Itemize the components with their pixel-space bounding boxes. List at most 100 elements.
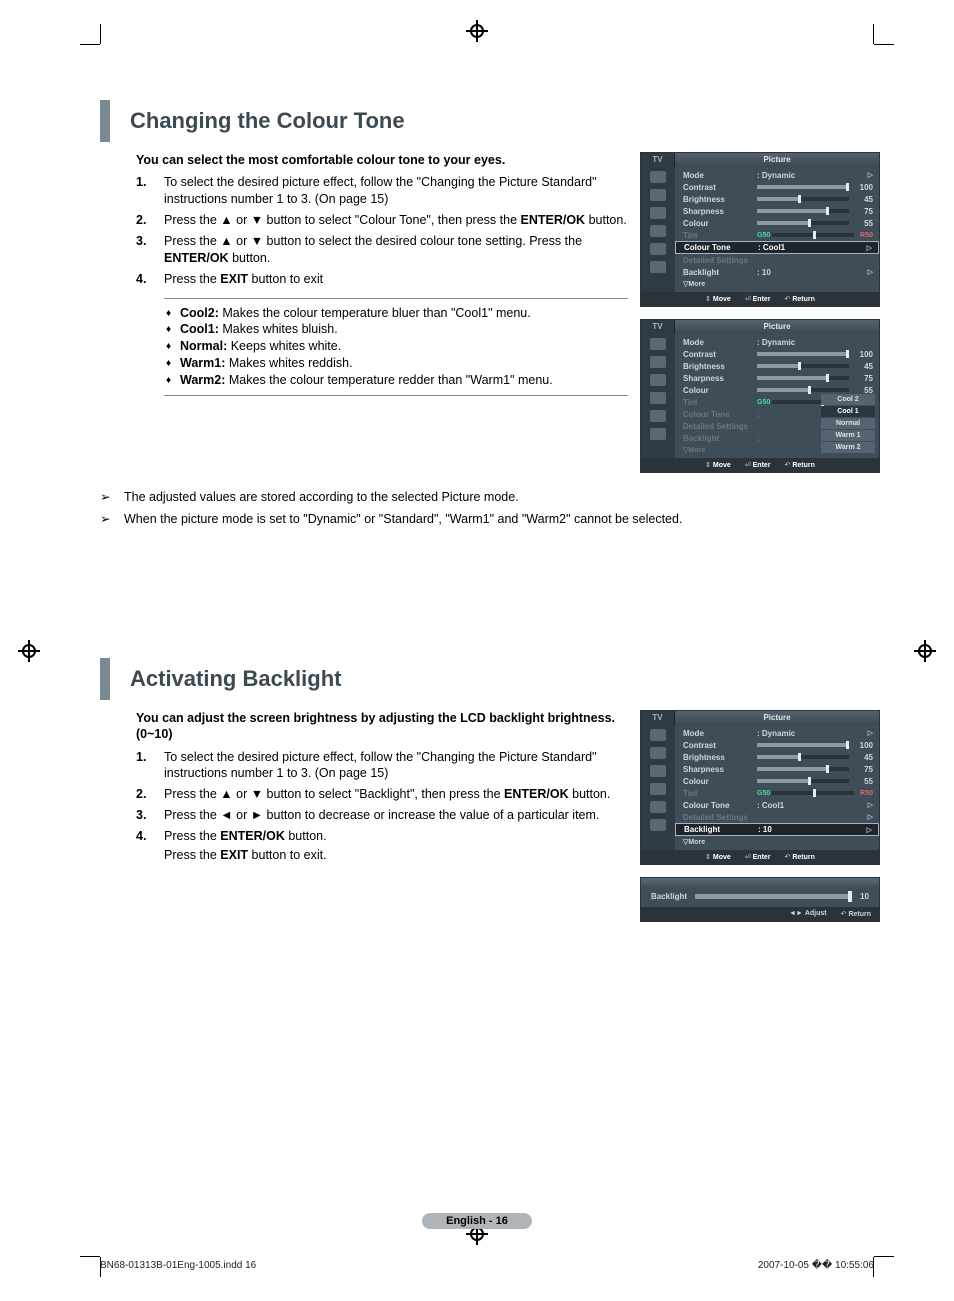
crop-mark	[874, 44, 894, 45]
osd-sidebar-icons	[641, 725, 675, 850]
osd-tone-options: Cool 2 Cool 1 Normal Warm 1 Warm 2	[821, 394, 875, 454]
osd-picture-menu-1: TV Picture Mode: Dynamic▷ Contrast100	[640, 152, 880, 307]
option-cool2: Cool2: Makes the colour temperature blue…	[164, 305, 628, 322]
section-heading: Changing the Colour Tone	[100, 100, 880, 142]
osd-footer: ⇕ Move ⏎ Enter ↶ Return	[641, 292, 879, 306]
step-2: Press the ▲ or ▼ button to select "Backl…	[136, 786, 628, 803]
footer-timestamp: 2007-10-05 �� 10:55:06	[758, 1260, 874, 1271]
osd-footer: ⇕ Move ⏎ Enter ↶ Return	[641, 458, 879, 472]
osd-opt-cool2: Cool 2	[821, 394, 875, 405]
osd-row-contrast: Contrast100	[683, 348, 873, 360]
osd-backlight-adjust: Backlight 10 ◄► Adjust ↶ Return	[640, 877, 880, 922]
osd-title: Picture	[675, 320, 879, 334]
osd-picture-menu-2: TV Picture Mode: Dynamic Contrast100	[640, 319, 880, 473]
osd-sidebar-icons	[641, 334, 675, 458]
osd-row-colour-tone: Colour Tone: Cool1▷	[683, 799, 873, 811]
dtv-icon	[650, 819, 666, 831]
option-normal: Normal: Keeps whites white.	[164, 338, 628, 355]
osd-row-brightness: Brightness45	[683, 751, 873, 763]
input-icon	[650, 243, 666, 255]
section-title: Activating Backlight	[130, 666, 880, 692]
osd-row-colour: Colour55	[683, 775, 873, 787]
setup-icon	[650, 783, 666, 795]
note-2: When the picture mode is set to "Dynamic…	[100, 511, 880, 529]
dtv-icon	[650, 428, 666, 440]
registration-mark	[18, 640, 40, 662]
osd-row-mode: Mode: Dynamic	[683, 336, 873, 348]
page-number: English - 16	[0, 1212, 954, 1229]
intro-text: You can adjust the screen brightness by …	[136, 710, 628, 743]
channel-icon	[650, 765, 666, 777]
step-1: To select the desired picture effect, fo…	[136, 749, 628, 783]
osd-tv-label: TV	[641, 320, 675, 334]
osd-title: Picture	[675, 153, 879, 167]
adjust-label: Backlight	[651, 892, 687, 901]
option-cool1: Cool1: Makes whites bluish.	[164, 321, 628, 338]
osd-row-more: ▽More	[683, 278, 873, 290]
osd-tv-label: TV	[641, 711, 675, 725]
osd-row-tint: TintG50R50	[683, 229, 873, 241]
osd-row-backlight: Backlight: 10▷	[683, 266, 873, 278]
option-warm1: Warm1: Makes whites reddish.	[164, 355, 628, 372]
picture-icon	[650, 729, 666, 741]
osd-sidebar-icons	[641, 167, 675, 292]
osd-row-contrast: Contrast100	[683, 739, 873, 751]
registration-mark	[914, 640, 936, 662]
step-3: Press the ◄ or ► button to decrease or i…	[136, 807, 628, 824]
osd-picture-menu-3: TV Picture Mode: Dynami	[640, 710, 880, 865]
picture-icon	[650, 171, 666, 183]
section-heading: Activating Backlight	[100, 658, 880, 700]
crop-mark	[100, 24, 101, 44]
osd-footer: ⇕ Move ⏎ Enter ↶ Return	[641, 850, 879, 864]
osd-row-brightness: Brightness45	[683, 360, 873, 372]
adjust-slider	[695, 894, 852, 899]
crop-mark	[80, 44, 100, 45]
sound-icon	[650, 747, 666, 759]
crop-mark	[874, 1256, 894, 1257]
dtv-icon	[650, 261, 666, 273]
step-2: Press the ▲ or ▼ button to select "Colou…	[136, 212, 628, 229]
channel-icon	[650, 207, 666, 219]
osd-row-sharpness: Sharpness75	[683, 205, 873, 217]
osd-tv-label: TV	[641, 153, 675, 167]
osd-row-colour: Colour55	[683, 217, 873, 229]
footer-filename: BN68-01313B-01Eng-1005.indd 16	[100, 1260, 256, 1271]
channel-icon	[650, 374, 666, 386]
input-icon	[650, 801, 666, 813]
osd-row-detailed: Detailed Settings▷	[683, 811, 873, 823]
osd-opt-warm2: Warm 2	[821, 442, 875, 453]
picture-icon	[650, 338, 666, 350]
osd-row-mode: Mode: Dynamic▷	[683, 727, 873, 739]
step-3: Press the ▲ or ▼ button to select the de…	[136, 233, 628, 267]
setup-icon	[650, 392, 666, 404]
step-4: Press the EXIT button to exit	[136, 271, 628, 288]
sound-icon	[650, 189, 666, 201]
sound-icon	[650, 356, 666, 368]
section-title: Changing the Colour Tone	[130, 108, 880, 134]
osd-row-more: ▽More	[683, 836, 873, 848]
osd-row-contrast: Contrast100	[683, 181, 873, 193]
osd-row-backlight-selected: Backlight: 10▷	[675, 823, 879, 836]
osd-row-colour-tone-selected: Colour Tone: Cool1▷	[675, 241, 879, 254]
osd-row-mode: Mode: Dynamic▷	[683, 169, 873, 181]
osd-title: Picture	[675, 711, 879, 725]
crop-mark	[80, 1256, 100, 1257]
adjust-footer: ◄► Adjust ↶ Return	[641, 907, 879, 921]
adjust-value: 10	[860, 892, 869, 901]
note-1: The adjusted values are stored according…	[100, 489, 880, 507]
osd-opt-normal: Normal	[821, 418, 875, 429]
osd-row-detailed: Detailed Settings	[683, 254, 873, 266]
osd-row-brightness: Brightness45	[683, 193, 873, 205]
osd-row-sharpness: Sharpness75	[683, 763, 873, 775]
input-icon	[650, 410, 666, 422]
options-box: Cool2: Makes the colour temperature blue…	[164, 298, 628, 396]
option-warm2: Warm2: Makes the colour temperature redd…	[164, 372, 628, 389]
osd-row-tint: TintG50R50	[683, 787, 873, 799]
osd-opt-warm1: Warm 1	[821, 430, 875, 441]
registration-mark	[466, 20, 488, 42]
crop-mark	[873, 24, 874, 44]
osd-row-sharpness: Sharpness75	[683, 372, 873, 384]
step-1: To select the desired picture effect, fo…	[136, 174, 628, 208]
setup-icon	[650, 225, 666, 237]
intro-text: You can select the most comfortable colo…	[136, 152, 628, 168]
